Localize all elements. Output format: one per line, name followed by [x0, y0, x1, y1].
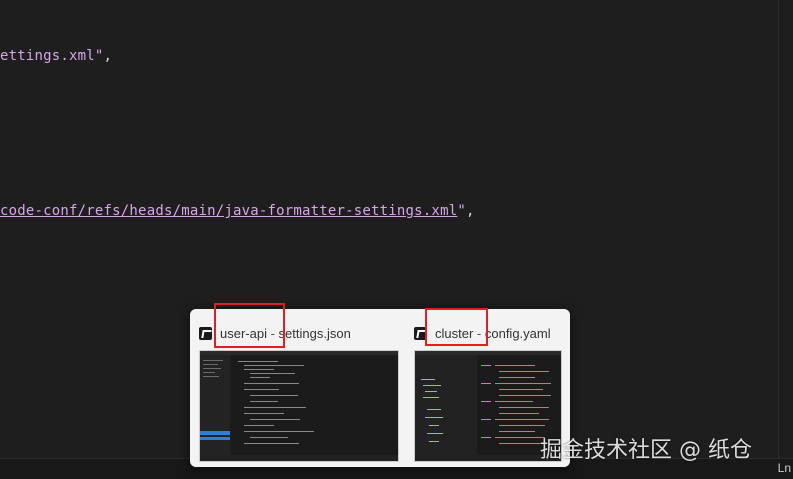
- thumbnail-preview: [200, 351, 398, 461]
- closing-quote: ": [457, 203, 466, 219]
- file-name: config.yaml: [484, 325, 551, 341]
- cursor-position[interactable]: Ln: [778, 461, 791, 475]
- url-link[interactable]: code-conf/refs/heads/main/java-formatter…: [0, 203, 457, 219]
- string-literal: ettings.xml": [0, 48, 104, 64]
- highlight-box: [425, 308, 488, 346]
- vscode-icon: [199, 326, 212, 340]
- editor-ruler: [778, 0, 779, 458]
- code-line-1: ettings.xml",: [0, 48, 112, 64]
- watermark: 掘金技术社区 @ 纸仓: [540, 438, 752, 463]
- highlight-box: [214, 303, 285, 348]
- code-line-2: code-conf/refs/heads/main/java-formatter…: [0, 203, 475, 219]
- file-name: settings.json: [278, 325, 351, 341]
- comma: ,: [103, 48, 113, 64]
- window-switcher: user-api - settings.json cluster - confi…: [190, 303, 570, 467]
- window-thumbnail[interactable]: [199, 350, 399, 462]
- comma: ,: [465, 203, 475, 219]
